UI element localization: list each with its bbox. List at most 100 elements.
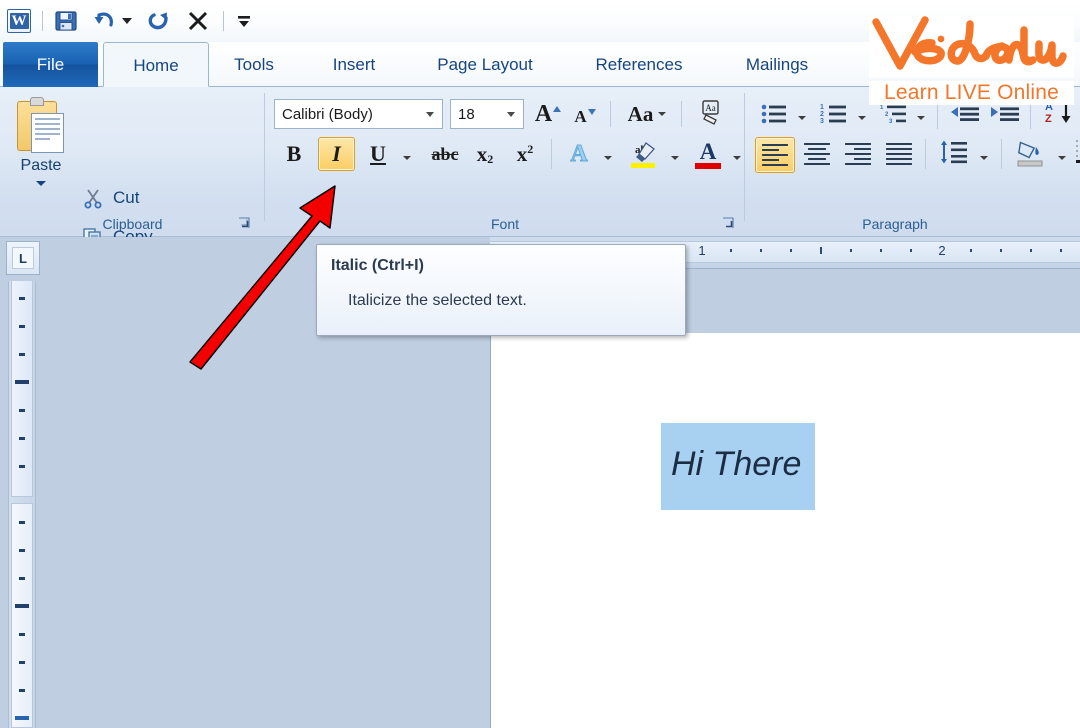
- numbered-list-icon: 1 2 3: [820, 103, 848, 125]
- font-color-button[interactable]: A: [690, 137, 726, 173]
- underline-button[interactable]: U: [361, 139, 395, 169]
- font-color-label: A: [700, 141, 717, 163]
- paste-button-label: Paste: [8, 157, 74, 175]
- font-dialog-launcher-icon[interactable]: [722, 217, 735, 230]
- strikethrough-button[interactable]: abc: [427, 139, 463, 169]
- tab-mailings[interactable]: Mailings: [716, 42, 838, 87]
- line-spacing-icon: [939, 139, 969, 165]
- shrink-font-arrow-icon: [588, 109, 596, 115]
- grow-font-letter: A: [535, 102, 552, 126]
- shading-dropdown-icon[interactable]: [1053, 143, 1071, 173]
- cut-button[interactable]: Cut: [82, 183, 139, 213]
- document-page[interactable]: Hi There: [490, 333, 1080, 728]
- cut-button-label: Cut: [113, 188, 139, 208]
- undo-icon[interactable]: [89, 6, 119, 36]
- text-highlight-color-button[interactable]: ab: [623, 137, 663, 173]
- underline-dropdown-icon[interactable]: [397, 143, 417, 173]
- numbering-button[interactable]: 1 2 3: [817, 99, 851, 129]
- align-right-button[interactable]: [839, 139, 877, 169]
- tab-stop-selector-button[interactable]: L: [6, 241, 40, 275]
- text-effects-dropdown-icon[interactable]: [598, 143, 618, 173]
- svg-text:Z: Z: [1045, 113, 1052, 125]
- text-effects-label: A: [570, 141, 587, 168]
- tooltip-title: Italic (Ctrl+I): [331, 257, 671, 275]
- close-icon[interactable]: [181, 6, 215, 36]
- subscript-index: 2: [487, 152, 493, 167]
- clear-formatting-button[interactable]: Aa: [693, 97, 729, 127]
- subscript-label: x: [477, 142, 488, 167]
- text-effects-button[interactable]: A: [562, 139, 596, 169]
- shading-button[interactable]: [1011, 137, 1051, 167]
- align-center-icon: [804, 143, 830, 166]
- shrink-font-button[interactable]: A: [568, 101, 602, 131]
- selected-document-text[interactable]: Hi There: [661, 423, 815, 510]
- font-size-combo[interactable]: 18: [450, 99, 524, 129]
- tooltip-description: Italicize the selected text.: [348, 292, 671, 310]
- bullets-dropdown-icon[interactable]: [793, 103, 811, 133]
- numbering-dropdown-icon[interactable]: [853, 103, 871, 133]
- line-spacing-button[interactable]: [935, 137, 973, 167]
- ribbon-group-clipboard: Paste Cut Copy: [0, 87, 265, 236]
- tab-file[interactable]: File: [3, 42, 98, 87]
- scissors-icon: [82, 187, 104, 209]
- bullets-button[interactable]: [757, 99, 791, 129]
- word-app-icon[interactable]: W: [4, 6, 34, 36]
- font-group-label: Font: [265, 216, 745, 232]
- multilevel-list-icon: 1 2 3: [880, 103, 908, 125]
- svg-text:2: 2: [885, 112, 889, 118]
- vedantu-tagline: Learn LIVE Online: [869, 81, 1074, 105]
- superscript-label: x: [517, 142, 528, 167]
- svg-text:1: 1: [880, 105, 884, 111]
- ribbon: Paste Cut Copy: [0, 87, 1080, 237]
- paste-button[interactable]: Paste: [8, 95, 74, 205]
- multilevel-list-dropdown-icon[interactable]: [912, 103, 930, 133]
- tab-tools[interactable]: Tools: [212, 42, 296, 87]
- align-right-icon: [845, 143, 871, 166]
- borders-icon: [1075, 139, 1080, 165]
- redo-icon[interactable]: [143, 6, 175, 36]
- font-color-swatch: [695, 163, 721, 169]
- chevron-down-icon[interactable]: [507, 112, 515, 117]
- change-case-button[interactable]: Aa: [620, 99, 674, 129]
- justify-button[interactable]: [880, 139, 918, 169]
- shading-bucket-icon: [1015, 137, 1047, 167]
- tab-home[interactable]: Home: [103, 42, 209, 87]
- svg-text:1: 1: [820, 104, 824, 111]
- font-size-value: 18: [451, 106, 507, 123]
- highlight-dropdown-icon[interactable]: [665, 143, 685, 173]
- underline-label: U: [370, 141, 386, 167]
- subscript-button[interactable]: x2: [468, 139, 502, 169]
- grow-font-button[interactable]: A: [531, 99, 565, 129]
- bullet-list-icon: [760, 103, 788, 125]
- tab-references[interactable]: References: [566, 42, 712, 87]
- tab-page-layout[interactable]: Page Layout: [409, 42, 561, 87]
- italic-button[interactable]: I: [318, 137, 355, 171]
- bold-button[interactable]: B: [277, 139, 311, 169]
- clipboard-dialog-launcher-icon[interactable]: [238, 217, 251, 230]
- customize-quick-access-icon[interactable]: [232, 6, 256, 36]
- svg-text:3: 3: [889, 119, 893, 125]
- font-name-value: Calibri (Body): [275, 106, 426, 123]
- line-spacing-dropdown-icon[interactable]: [975, 143, 993, 173]
- clear-formatting-icon: Aa: [697, 98, 725, 126]
- svg-text:3: 3: [820, 118, 824, 125]
- center-button[interactable]: [798, 139, 836, 169]
- borders-button[interactable]: [1073, 137, 1080, 167]
- superscript-button[interactable]: x2: [508, 139, 542, 169]
- paragraph-group-label: Paragraph: [745, 216, 1045, 232]
- undo-dropdown-icon[interactable]: [119, 6, 135, 36]
- grow-font-arrow-icon: [553, 106, 561, 112]
- ruler-number-1: 1: [698, 243, 705, 258]
- superscript-index: 2: [527, 142, 533, 157]
- ribbon-group-paragraph: 1 2 3 1 2 3: [745, 87, 1080, 236]
- chevron-down-icon[interactable]: [426, 112, 434, 117]
- tab-insert[interactable]: Insert: [305, 42, 403, 87]
- font-name-combo[interactable]: Calibri (Body): [274, 99, 443, 129]
- vertical-ruler[interactable]: [8, 281, 36, 728]
- align-left-button[interactable]: [755, 137, 795, 173]
- ruler-number-2: 2: [938, 243, 945, 258]
- save-icon[interactable]: [51, 6, 81, 36]
- paste-dropdown-icon[interactable]: [36, 181, 46, 186]
- chevron-down-icon[interactable]: [658, 112, 666, 116]
- svg-text:2: 2: [820, 111, 824, 118]
